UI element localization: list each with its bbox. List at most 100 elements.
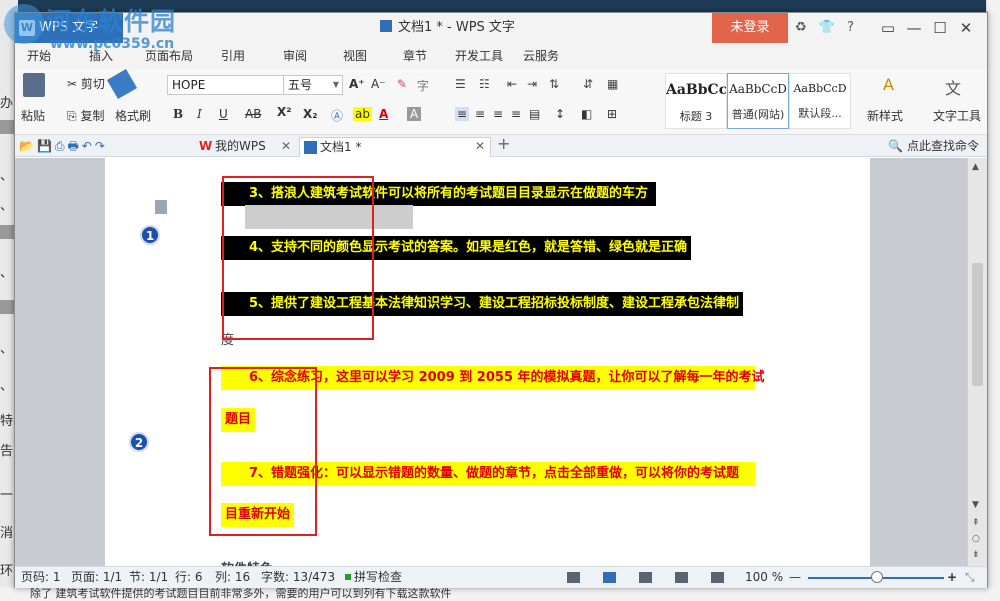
web-view-icon[interactable] (675, 572, 688, 583)
new-style-button[interactable]: 新样式 (867, 107, 903, 124)
prev-page-icon[interactable]: ⇞ (972, 518, 980, 528)
document-page[interactable]: 3、搭浪人建筑考试软件可以将所有的考试题目目录显示在做题的车方 4、支持不同的颜… (105, 158, 870, 566)
borders-icon[interactable]: ⊞ (607, 107, 617, 121)
scroll-down-icon[interactable]: ▼ (972, 500, 979, 510)
help-icon[interactable]: ? (847, 13, 854, 43)
subscript-button[interactable]: X₂ (303, 107, 318, 121)
bold-button[interactable]: B (173, 107, 183, 121)
spell-check-toggle[interactable]: 拼写检查 (345, 567, 402, 588)
next-page-icon[interactable]: ⇟ (972, 550, 980, 560)
distribute-icon[interactable]: ▤ (529, 107, 540, 121)
text-direction-icon[interactable]: ⇅ (549, 77, 559, 91)
zoom-in-button[interactable]: + (947, 567, 957, 588)
outline-view-icon[interactable] (639, 572, 652, 583)
clear-format-icon[interactable]: ✎ (397, 77, 407, 91)
shading-icon[interactable]: ◧ (581, 107, 592, 121)
text-tools-button[interactable]: 文字工具 (933, 107, 981, 124)
scrollbar-thumb[interactable] (972, 263, 983, 386)
document-area: 3、搭浪人建筑考试软件可以将所有的考试题目目录显示在做题的车方 4、支持不同的颜… (15, 158, 987, 566)
reading-view-icon[interactable] (711, 572, 724, 583)
menu-home[interactable]: 开始 (27, 43, 51, 69)
scissors-icon: ✂ (67, 77, 78, 91)
background-stripe (0, 300, 14, 314)
fullscreen-view-icon[interactable] (567, 572, 580, 583)
menu-cloud[interactable]: 云服务 (523, 43, 559, 69)
italic-button[interactable]: I (197, 107, 202, 121)
menu-insert[interactable]: 插入 (89, 43, 113, 69)
highlight-box-1 (222, 176, 374, 340)
shirt-icon[interactable]: 👕 (819, 13, 835, 43)
scroll-up-icon[interactable]: ▲ (972, 162, 979, 172)
skin-icon[interactable]: ♻ (795, 13, 807, 43)
wps-logo-icon: W (19, 20, 35, 36)
menu-references[interactable]: 引用 (221, 43, 245, 69)
shrink-font-button[interactable]: A⁻ (371, 77, 386, 91)
format-painter-button[interactable]: 格式刷 (115, 107, 151, 124)
text-tools-icon[interactable]: 文 (945, 75, 961, 99)
indent-icon[interactable]: ⇥ (527, 77, 537, 91)
status-dot-icon (345, 574, 351, 580)
page-view-icon[interactable] (603, 572, 616, 583)
tab-document1[interactable]: 文档1 * (299, 137, 491, 157)
close-icon[interactable]: ✕ (953, 13, 979, 43)
zoom-slider-knob[interactable] (871, 571, 883, 583)
paragraph-handle-icon[interactable] (155, 200, 167, 214)
zoom-out-button[interactable]: — (789, 567, 801, 588)
cut-button[interactable]: ✂ 剪切 (67, 75, 105, 92)
restore-layout-icon[interactable]: ▭ (875, 13, 901, 43)
minimize-icon[interactable]: — (901, 13, 927, 43)
bullets-icon[interactable]: ☰ (455, 77, 466, 91)
align-center-icon[interactable]: ≡ (475, 107, 485, 121)
align-left-icon[interactable]: ≡ (455, 107, 470, 121)
char-shading-icon[interactable]: A (407, 107, 422, 121)
style-heading3[interactable]: AaBbCcI 标题 3 (665, 73, 727, 129)
close-tab-icon[interactable]: ✕ (475, 137, 485, 155)
app-tab-label: WPS 文字 (39, 20, 99, 35)
font-color-button[interactable]: A (379, 107, 388, 121)
copy-button[interactable]: ⎘ 复制 (67, 107, 104, 124)
format-painter-icon[interactable] (106, 68, 138, 100)
status-section: 节: 1/1 (129, 570, 169, 584)
font-name-select[interactable]: HOPE▼ (167, 75, 301, 95)
add-tab-icon[interactable]: + (497, 135, 510, 153)
style-normal-web[interactable]: AaBbCcD 普通(网站) (727, 73, 789, 129)
close-tab-icon[interactable]: ✕ (281, 137, 291, 155)
maximize-icon[interactable]: ☐ (927, 13, 953, 43)
menu-page-layout[interactable]: 页面布局 (145, 43, 193, 69)
find-command-box[interactable]: 🔍 点此查找命令 (888, 135, 979, 157)
paste-icon[interactable] (23, 73, 45, 97)
menu-review[interactable]: 审阅 (283, 43, 307, 69)
background-stripe (0, 120, 14, 134)
wps-app-tab[interactable]: W WPS 文字 (15, 13, 123, 43)
font-size-select[interactable]: 五号 ▼ (283, 75, 343, 95)
new-style-icon[interactable]: A (883, 75, 894, 94)
superscript-button[interactable]: X² (277, 105, 292, 119)
table-icon[interactable]: ▦ (607, 77, 618, 91)
quick-access-toolbar[interactable]: 📂💾⎙🖶↶↷ (19, 135, 108, 157)
login-button[interactable]: 未登录 (712, 13, 788, 43)
align-right-icon[interactable]: ≡ (493, 107, 503, 121)
document-icon (380, 20, 392, 32)
phonetic-icon[interactable]: 字 (417, 77, 429, 94)
sort-icon[interactable]: ⇵ (583, 77, 593, 91)
line-spacing-icon[interactable]: ↕ (555, 107, 565, 121)
strikethrough-button[interactable]: AB (245, 107, 261, 121)
menu-sections[interactable]: 章节 (403, 43, 427, 69)
text-effect-icon[interactable]: Ⓐ (331, 107, 343, 124)
wps-w-icon: W (199, 139, 213, 153)
grow-font-button[interactable]: A⁺ (349, 77, 365, 91)
menu-developer[interactable]: 开发工具 (455, 43, 503, 69)
vertical-scrollbar[interactable]: ▲ ▼ ⇞ ○ ⇟ (967, 158, 987, 566)
highlight-icon[interactable]: ab (353, 107, 372, 121)
select-browse-icon[interactable]: ○ (972, 534, 980, 544)
style-default-paragraph[interactable]: AaBbCcD 默认段... (789, 73, 851, 129)
underline-button[interactable]: U (219, 107, 228, 121)
menu-view[interactable]: 视图 (343, 43, 367, 69)
numbering-icon[interactable]: ☷ (479, 77, 490, 91)
zoom-level[interactable]: 100 % (745, 567, 783, 588)
resize-grip-icon[interactable]: ⤡ (965, 567, 975, 588)
justify-icon[interactable]: ≡ (511, 107, 521, 121)
paste-button[interactable]: 粘贴 (21, 107, 45, 124)
outdent-icon[interactable]: ⇤ (507, 77, 517, 91)
status-word-count[interactable]: 字数: 13/473 (261, 567, 335, 588)
